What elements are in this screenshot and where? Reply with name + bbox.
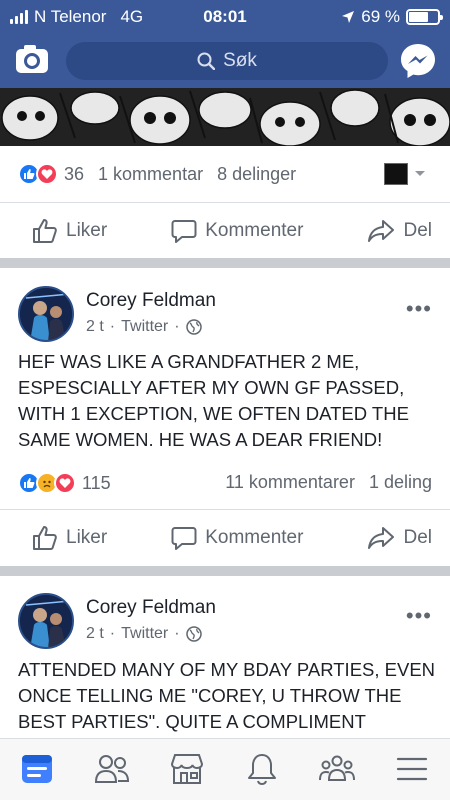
post-meta: 2 t · Twitter · — [86, 318, 202, 336]
post-reactions-bar: 115 11 kommentarer 1 deling — [0, 462, 450, 502]
marketplace-icon[interactable] — [165, 749, 209, 789]
share-count[interactable]: 8 delinger — [217, 164, 296, 185]
meta-dot: · — [109, 625, 116, 642]
post-reactions-bar: 36 1 kommentar 8 delinger — [0, 153, 450, 193]
battery-icon — [406, 9, 443, 25]
share-label: Del — [403, 526, 432, 548]
menu-icon[interactable] — [390, 749, 434, 789]
share-icon — [368, 219, 395, 242]
reaction-count[interactable]: 36 — [64, 164, 84, 185]
status-bar: N Telenor 4G 08:01 69 % — [0, 0, 450, 34]
post-actions: Liker Kommenter Del — [0, 202, 450, 258]
meta-dot: · — [174, 318, 180, 335]
reaction-count[interactable]: 115 — [82, 473, 111, 494]
globe-icon — [185, 626, 202, 642]
comment-button[interactable]: Kommenter — [171, 218, 303, 244]
app-header: N Telenor 4G 08:01 69 % Søk — [0, 0, 450, 88]
more-options-icon[interactable]: ••• — [406, 603, 432, 629]
post-text: HEF WAS LIKE A GRANDFATHER 2 ME, ESPESCI… — [18, 351, 409, 450]
like-label: Liker — [66, 526, 108, 548]
audience-selector[interactable] — [384, 163, 426, 185]
messenger-icon[interactable] — [398, 41, 438, 81]
post-separator — [0, 566, 450, 576]
more-options-icon[interactable]: ••• — [406, 296, 432, 322]
comment-button[interactable]: Kommenter — [171, 525, 303, 551]
page-thumbnail-icon — [384, 163, 408, 185]
bottom-nav — [0, 738, 450, 800]
author-name[interactable]: Corey Feldman — [86, 290, 216, 312]
love-reaction-icon — [36, 163, 58, 185]
notifications-icon[interactable] — [240, 749, 284, 789]
groups-icon[interactable] — [315, 749, 359, 789]
search-placeholder: Søk — [223, 50, 257, 71]
comment-label: Kommenter — [205, 526, 304, 548]
comment-label: Kommenter — [205, 219, 304, 241]
love-reaction-icon — [54, 472, 76, 494]
post-meta: 2 t · Twitter · — [86, 625, 202, 643]
camera-icon[interactable] — [14, 43, 50, 77]
post-source: Twitter — [121, 318, 169, 335]
location-icon — [342, 11, 355, 23]
meta-dot: · — [109, 318, 116, 335]
comment-icon — [171, 219, 197, 243]
share-button[interactable]: Del — [367, 525, 432, 551]
like-label: Liker — [66, 219, 108, 241]
thumbs-up-icon — [33, 218, 57, 243]
share-count[interactable]: 1 deling — [369, 472, 432, 493]
share-label: Del — [403, 219, 432, 241]
avatar[interactable] — [18, 286, 74, 342]
post-header: Corey Feldman 2 t · Twitter · ••• — [0, 593, 450, 657]
share-icon — [368, 526, 395, 549]
comment-count[interactable]: 1 kommentar — [98, 164, 203, 185]
post-time[interactable]: 2 t — [86, 625, 104, 643]
comment-icon — [171, 526, 197, 550]
post-source: Twitter — [121, 625, 169, 642]
search-input[interactable]: Søk — [66, 42, 388, 80]
post-separator — [0, 258, 450, 268]
like-button[interactable]: Liker — [32, 525, 107, 551]
avatar[interactable] — [18, 593, 74, 649]
post-time[interactable]: 2 t — [86, 318, 104, 336]
battery-percent: 69 % — [361, 7, 400, 26]
share-button[interactable]: Del — [367, 218, 432, 244]
thumbs-up-icon — [33, 525, 57, 550]
meta-dot: · — [174, 625, 180, 642]
news-feed-icon[interactable] — [15, 749, 59, 789]
post-header: Corey Feldman 2 t · Twitter · ••• — [0, 286, 450, 350]
chevron-down-icon — [415, 171, 425, 176]
search-icon — [197, 52, 216, 70]
like-button[interactable]: Liker — [32, 218, 107, 244]
post-actions: Liker Kommenter Del — [0, 509, 450, 565]
post-image[interactable] — [0, 88, 450, 146]
post-text: ATTENDED MANY OF MY BDAY PARTIES, EVEN O… — [18, 659, 436, 732]
author-name[interactable]: Corey Feldman — [86, 597, 216, 619]
globe-icon — [185, 319, 202, 335]
friends-icon[interactable] — [90, 749, 134, 789]
comment-count[interactable]: 11 kommentarer — [225, 472, 355, 493]
